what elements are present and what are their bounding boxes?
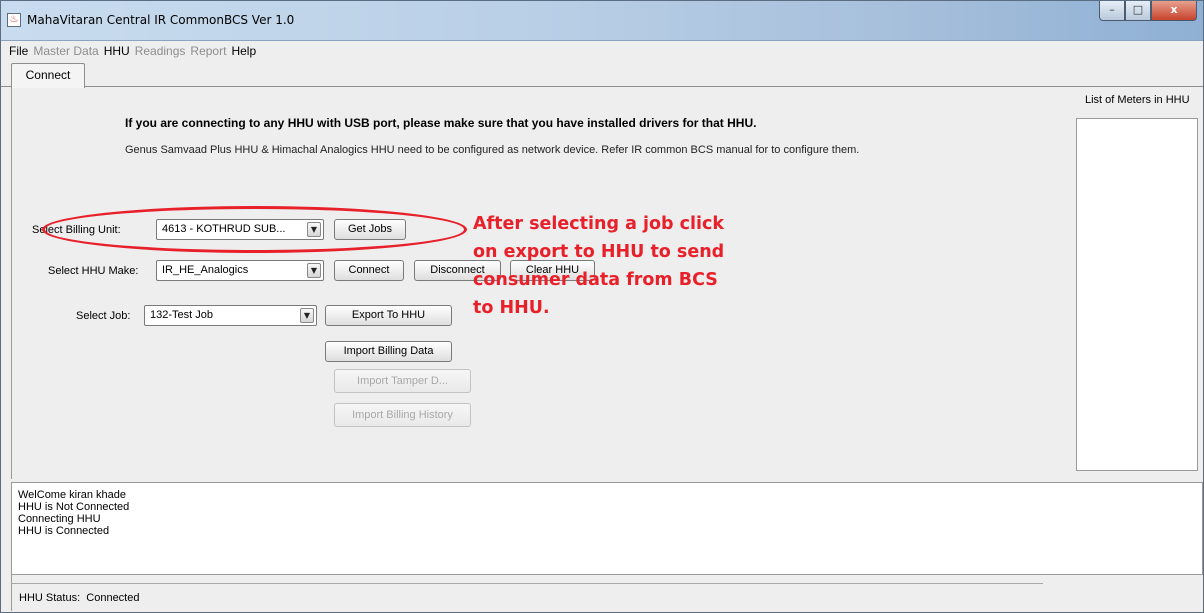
tab-strip: Connect	[1, 61, 1203, 88]
import-billing-data-button[interactable]: Import Billing Data	[325, 341, 452, 362]
export-to-hhu-button[interactable]: Export To HHU	[325, 305, 452, 326]
title-bar[interactable]: ♨ MahaVitaran Central IR CommonBCS Ver 1…	[1, 1, 1203, 41]
hhu-make-select[interactable]: IR_HE_Analogics ▼	[156, 260, 324, 281]
chevron-down-icon[interactable]: ▼	[307, 263, 321, 278]
menu-readings[interactable]: Readings	[135, 44, 186, 58]
log-area[interactable]: WelCome kiran khade HHU is Not Connected…	[11, 482, 1203, 575]
menu-file[interactable]: File	[9, 44, 28, 58]
job-label: Select Job:	[76, 310, 131, 322]
import-billing-history-button[interactable]: Import Billing History	[334, 403, 471, 427]
menu-help[interactable]: Help	[231, 44, 256, 58]
hhu-make-label: Select HHU Make:	[48, 265, 139, 277]
app-window: ♨ MahaVitaran Central IR CommonBCS Ver 1…	[0, 0, 1204, 613]
java-cup-icon: ♨	[7, 13, 21, 27]
status-label: HHU Status:	[19, 592, 81, 604]
tab-connect[interactable]: Connect	[11, 63, 85, 88]
status-bar: HHU Status: Connected	[19, 592, 139, 604]
meters-list[interactable]	[1076, 118, 1198, 471]
annotation-line: consumer data from BCS	[473, 270, 718, 290]
annotation-line: to HHU.	[473, 298, 550, 318]
minimize-button[interactable]: –	[1099, 1, 1125, 21]
log-line: HHU is Connected	[18, 525, 110, 537]
hhu-make-value: IR_HE_Analogics	[162, 264, 249, 276]
log-line: Connecting HHU	[18, 513, 101, 525]
divider	[11, 575, 12, 611]
menu-bar: File Master Data HHU Readings Report Hel…	[1, 41, 1203, 61]
highlight-ellipse	[42, 206, 467, 253]
maximize-button[interactable]: □	[1125, 1, 1151, 21]
divider	[11, 583, 1043, 584]
window-controls: – □ x	[1099, 1, 1197, 22]
menu-master-data[interactable]: Master Data	[33, 44, 98, 58]
menu-report[interactable]: Report	[190, 44, 226, 58]
annotation-callout: After selecting a job click on export to…	[473, 210, 773, 322]
usb-driver-notice: If you are connecting to any HHU with US…	[125, 116, 757, 130]
annotation-line: on export to HHU to send	[473, 242, 725, 262]
log-line: WelCome kiran khade	[18, 489, 127, 501]
network-device-notice: Genus Samvaad Plus HHU & Himachal Analog…	[125, 144, 860, 156]
connect-button[interactable]: Connect	[334, 260, 404, 281]
job-select[interactable]: 132-Test Job ▼	[144, 305, 317, 326]
meters-list-label: List of Meters in HHU	[1085, 94, 1190, 106]
status-value: Connected	[86, 592, 140, 604]
window-title: MahaVitaran Central IR CommonBCS Ver 1.0	[27, 13, 295, 27]
chevron-down-icon[interactable]: ▼	[300, 308, 314, 323]
menu-hhu[interactable]: HHU	[104, 44, 130, 58]
import-tamper-data-button[interactable]: Import Tamper D...	[334, 369, 471, 393]
log-line: HHU is Not Connected	[18, 501, 130, 513]
close-button[interactable]: x	[1151, 1, 1197, 21]
job-value: 132-Test Job	[150, 309, 213, 321]
annotation-line: After selecting a job click	[473, 214, 725, 234]
